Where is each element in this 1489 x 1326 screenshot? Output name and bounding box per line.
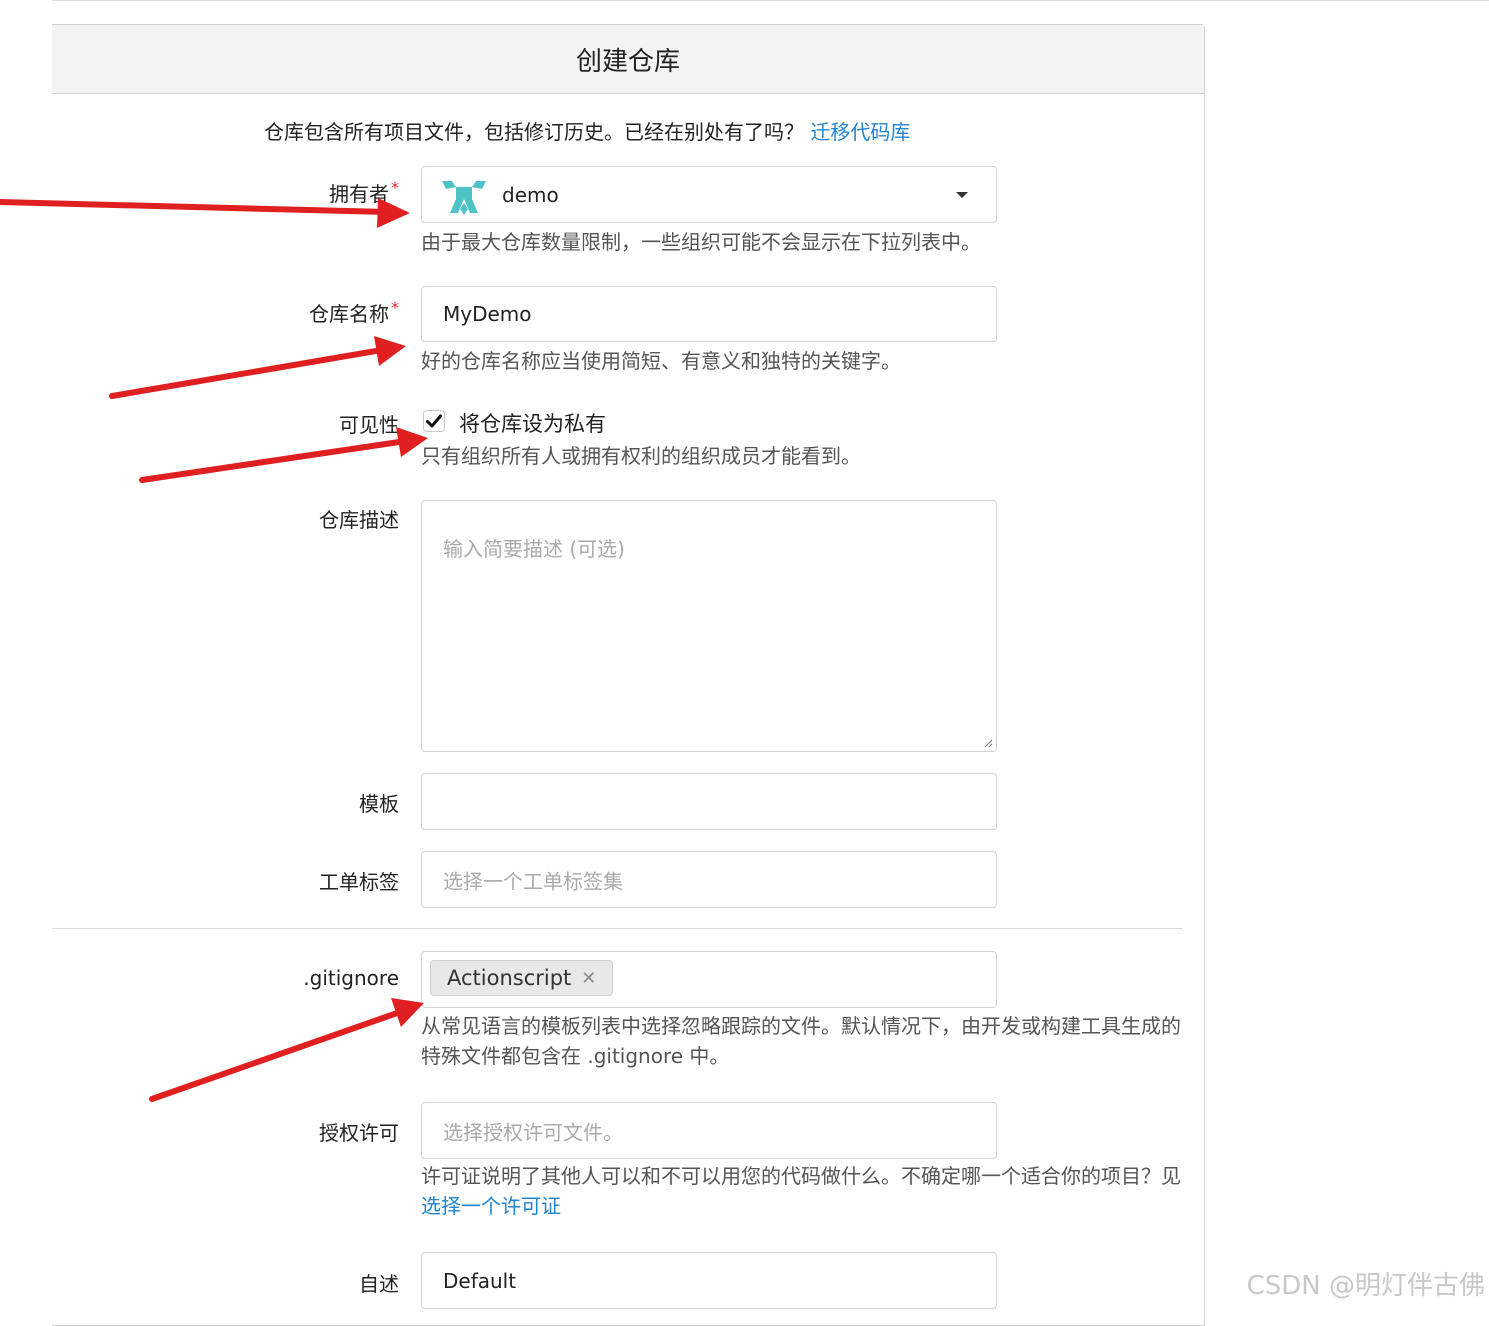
description-placeholder: 输入简要描述 (可选) — [443, 537, 625, 561]
license-help-text: 许可证说明了其他人可以和不可以用您的代码做什么。不确定哪一个适合你的项目？见 — [421, 1164, 1181, 1188]
gitignore-label: .gitignore — [303, 966, 399, 990]
choose-license-link[interactable]: 选择一个许可证 — [421, 1194, 561, 1218]
owner-avatar-icon — [442, 181, 486, 215]
template-dropdown[interactable] — [421, 773, 997, 830]
issue-labels-placeholder: 选择一个工单标签集 — [443, 869, 623, 893]
issue-labels-label: 工单标签 — [319, 870, 399, 894]
license-help: 许可证说明了其他人可以和不可以用您的代码做什么。不确定哪一个适合你的项目？见 选… — [421, 1161, 1181, 1221]
description-label: 仓库描述 — [319, 508, 399, 532]
repo-name-help: 好的仓库名称应当使用简短、有意义和独特的关键字。 — [421, 349, 901, 373]
intro-text-label: 仓库包含所有项目文件，包括修订历史。已经在别处有了吗？ — [264, 120, 804, 144]
repo-name-label: 仓库名称 * — [309, 298, 399, 327]
visibility-label: 可见性 — [339, 413, 399, 437]
private-checkbox[interactable] — [423, 410, 445, 432]
readme-value: Default — [443, 1268, 517, 1293]
license-placeholder: 选择授权许可文件。 — [443, 1120, 623, 1144]
intro-text: 仓库包含所有项目文件，包括修订历史。已经在别处有了吗？ 迁移代码库 — [264, 116, 910, 145]
gitignore-tag-label: Actionscript — [447, 966, 572, 990]
issue-labels-dropdown[interactable]: 选择一个工单标签集 — [421, 851, 997, 908]
owner-label-text: 拥有者 — [329, 182, 389, 206]
visibility-help: 只有组织所有人或拥有权利的组织成员才能看到。 — [421, 444, 861, 468]
page-title: 创建仓库 — [52, 25, 1204, 94]
gitignore-help: 从常见语言的模板列表中选择忽略跟踪的文件。默认情况下，由开发或构建工具生成的特殊… — [421, 1014, 1181, 1068]
resize-handle-icon[interactable] — [983, 738, 993, 748]
owner-help: 由于最大仓库数量限制，一些组织可能不会显示在下拉列表中。 — [421, 230, 981, 254]
gitignore-tag: Actionscript ✕ — [430, 960, 614, 996]
readme-dropdown[interactable]: Default — [421, 1252, 997, 1309]
required-mark: * — [391, 178, 399, 197]
checkmark-icon — [426, 414, 442, 428]
repo-name-label-text: 仓库名称 — [309, 302, 389, 326]
owner-value: demo — [502, 182, 559, 207]
repo-name-input[interactable]: MyDemo — [421, 286, 997, 342]
top-divider — [52, 0, 1489, 1]
section-divider — [52, 928, 1183, 929]
migrate-repo-link[interactable]: 迁移代码库 — [810, 120, 910, 144]
repo-name-value: MyDemo — [443, 302, 532, 326]
description-textarea[interactable]: 输入简要描述 (可选) — [421, 500, 997, 752]
gitignore-dropdown[interactable]: Actionscript ✕ — [421, 951, 997, 1008]
license-dropdown[interactable]: 选择授权许可文件。 — [421, 1102, 997, 1159]
owner-label: 拥有者 * — [329, 178, 399, 207]
watermark: CSDN @明灯伴古佛 — [1246, 1271, 1485, 1301]
license-label: 授权许可 — [319, 1121, 399, 1145]
template-label: 模板 — [359, 792, 399, 816]
owner-dropdown[interactable]: demo — [421, 166, 997, 223]
close-icon[interactable]: ✕ — [581, 968, 596, 989]
private-checkbox-label[interactable]: 将仓库设为私有 — [459, 408, 606, 438]
required-mark: * — [391, 298, 399, 317]
caret-down-icon — [956, 192, 968, 198]
readme-label: 自述 — [359, 1272, 399, 1296]
